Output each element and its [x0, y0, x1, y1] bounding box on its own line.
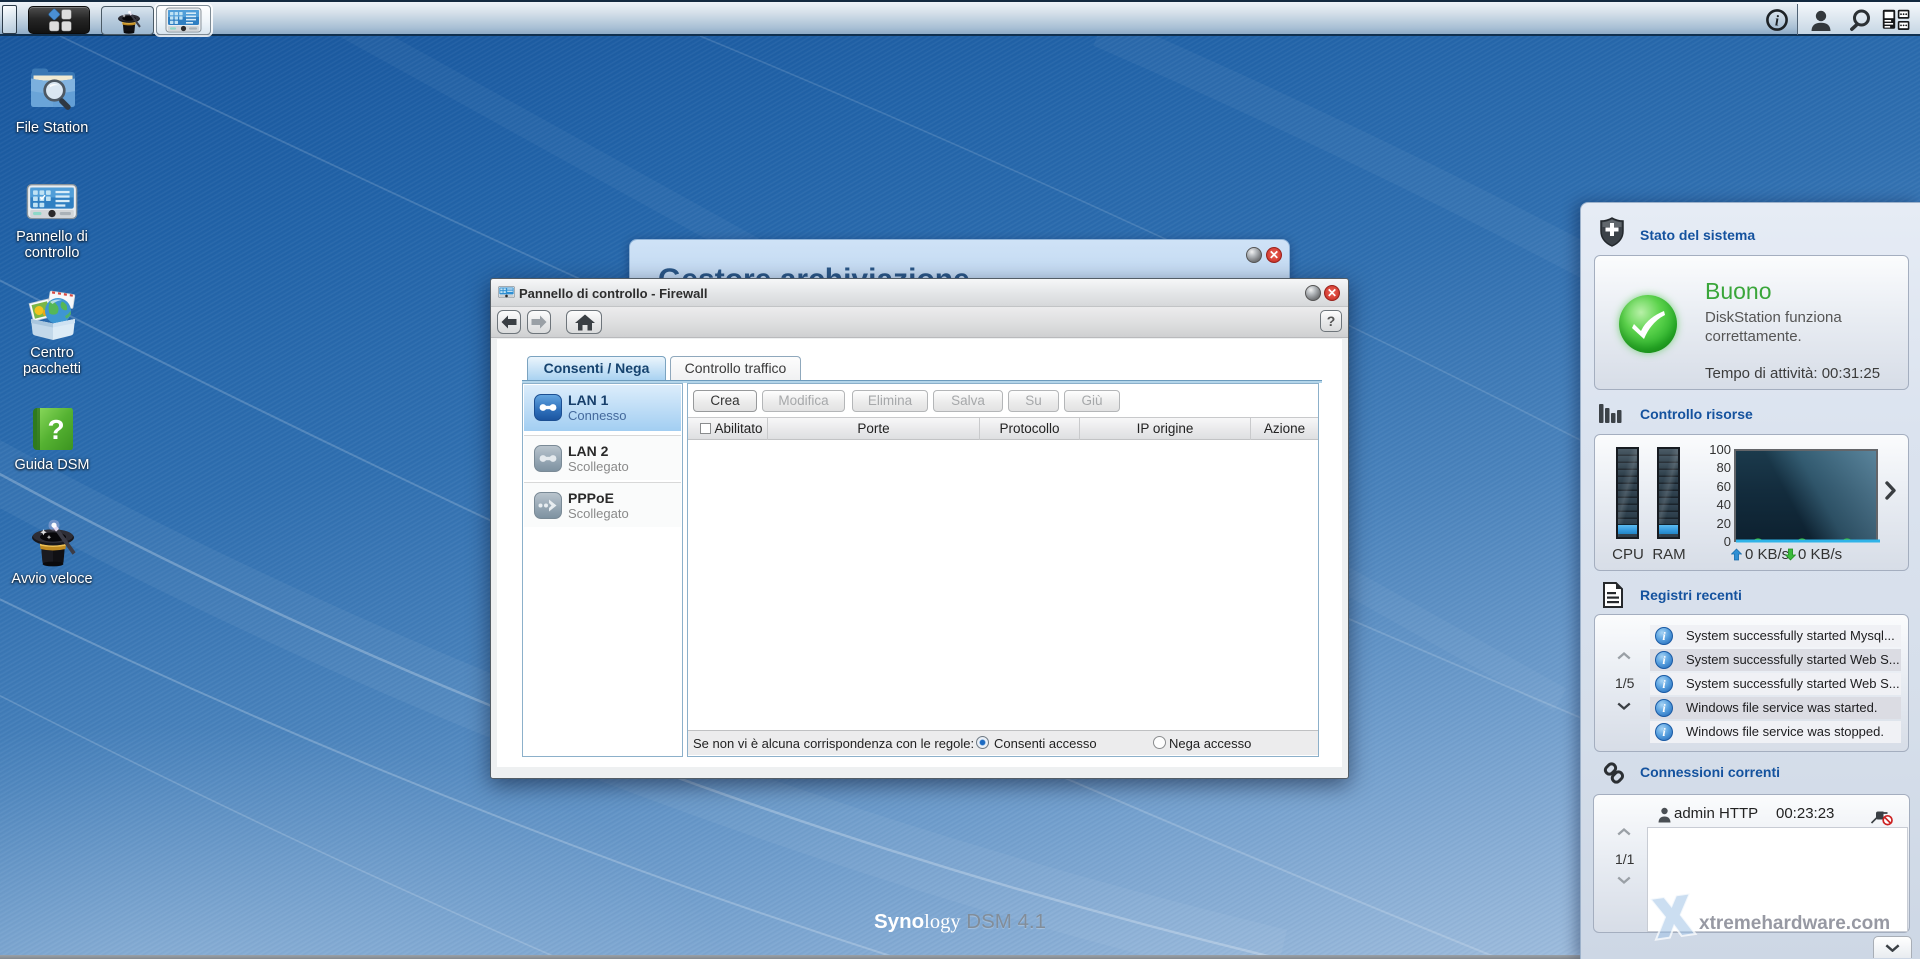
svg-text:?: ?: [47, 414, 64, 445]
svg-text:i: i: [1775, 14, 1780, 30]
